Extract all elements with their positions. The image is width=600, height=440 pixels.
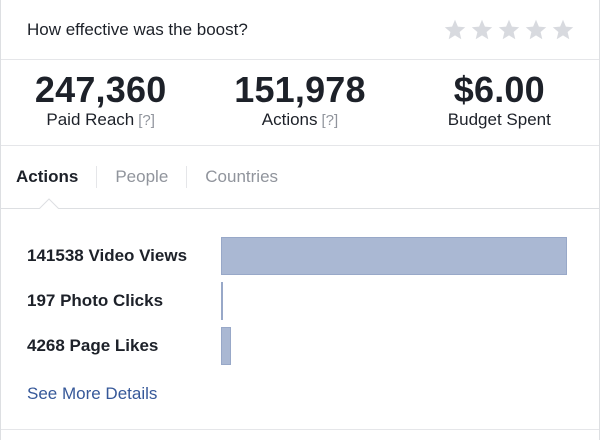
metric-label-text: Actions [261, 110, 318, 129]
actions-chart: 141538 Video Views 197 Photo Clicks 4268… [1, 209, 599, 404]
active-tab-caret-icon [39, 198, 59, 209]
bar-label: 197 Photo Clicks [27, 290, 164, 310]
star-icon[interactable] [470, 18, 494, 42]
metric-budget-spent: $6.00 Budget Spent [400, 60, 599, 145]
metric-label: Actions [?] [200, 110, 399, 131]
rating-question: How effective was the boost? [27, 19, 248, 39]
star-icon[interactable] [443, 18, 467, 42]
star-icon[interactable] [524, 18, 548, 42]
star-rating[interactable] [443, 18, 575, 42]
tab-people[interactable]: People [96, 166, 186, 188]
tab-actions[interactable]: Actions [16, 166, 96, 188]
bar-photo-clicks [221, 281, 223, 320]
metric-label-text: Paid Reach [46, 110, 135, 129]
bar-video-views [221, 236, 567, 275]
divider [1, 429, 599, 430]
bar-track [221, 236, 567, 275]
star-icon[interactable] [551, 18, 575, 42]
bar-label: 4268 Page Likes [27, 335, 159, 355]
metric-value: $6.00 [453, 69, 545, 110]
chart-row: 141538 Video Views [27, 233, 573, 278]
see-more-details-link[interactable]: See More Details [27, 384, 157, 404]
help-link[interactable]: [?] [138, 112, 155, 129]
rating-header: How effective was the boost? [1, 0, 599, 60]
bar-page-likes [221, 326, 231, 365]
metric-value: 151,978 [234, 69, 366, 110]
metrics-summary: 247,360 Paid Reach [?] 151,978 Actions [?]… [1, 60, 599, 146]
metric-label-text: Budget Spent [447, 110, 551, 129]
bar-track [221, 281, 567, 320]
results-tabs: Actions People Countries [1, 146, 599, 209]
star-icon[interactable] [497, 18, 521, 42]
metric-label: Budget Spent [400, 110, 599, 130]
tab-countries[interactable]: Countries [186, 166, 296, 188]
metric-paid-reach: 247,360 Paid Reach [?] [1, 60, 200, 145]
metric-value: 247,360 [34, 69, 167, 110]
chart-row: 197 Photo Clicks [27, 278, 573, 323]
metric-actions: 151,978 Actions [?] [200, 60, 399, 145]
bar-label: 141538 Video Views [27, 245, 188, 265]
boost-results-card: How effective was the boost? 247,360 Pai… [0, 0, 600, 440]
metric-label: Paid Reach [?] [1, 110, 200, 131]
bar-track [221, 326, 567, 365]
chart-row: 4268 Page Likes [27, 323, 573, 368]
help-link[interactable]: [?] [322, 112, 339, 129]
